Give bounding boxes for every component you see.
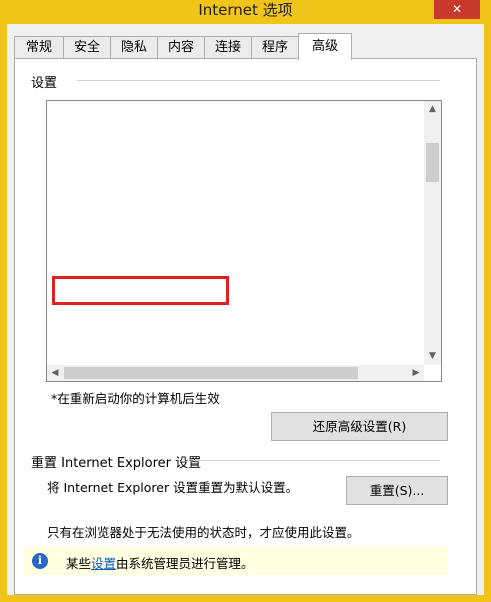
info-suffix: 由系统管理员进行管理。 [116,556,254,571]
tab-general[interactable]: 常规 [14,36,64,58]
reset-description: 将 Internet Explorer 设置重置为默认设置。 [47,480,299,495]
window-title: Internet 选项 [198,1,293,19]
tab-privacy[interactable]: 隐私 [110,36,158,58]
settings-group-divider [77,80,440,81]
highlight-box [52,276,229,305]
close-button[interactable]: ✕ [434,0,480,19]
close-icon: ✕ [451,2,463,16]
tab-content[interactable]: 内容 [157,36,205,58]
window-frame-left [0,24,7,602]
reset-section-header: 重置 Internet Explorer 设置 [31,456,202,471]
vertical-scrollbar[interactable] [424,101,441,365]
reset-button[interactable]: 重置(S)... [346,476,448,505]
tab-advanced[interactable]: 高级 [298,33,352,60]
info-message: 某些设置由系统管理员进行管理。 [66,553,254,572]
scroll-down-arrow-icon[interactable]: ▼ [424,348,441,365]
restore-advanced-settings-button[interactable]: 还原高级设置(R) [271,412,448,441]
horizontal-scroll-thumb[interactable] [64,367,358,379]
reset-note: 只有在浏览器处于无法使用的状态时，才应使用此设置。 [47,525,360,540]
vertical-scroll-thumb[interactable] [426,143,439,182]
settings-link[interactable]: 设置 [91,556,116,571]
tab-programs[interactable]: 程序 [251,36,299,58]
scroll-left-arrow-icon[interactable]: ◀ [47,365,63,381]
scroll-up-arrow-icon[interactable]: ▲ [424,101,441,118]
info-icon: i [32,553,48,569]
restart-note: *在重新启动你的计算机后生效 [51,391,220,406]
reset-section-divider [193,460,440,461]
tab-security[interactable]: 安全 [63,36,111,58]
info-prefix: 某些 [66,556,92,571]
window-frame-right [484,24,491,602]
settings-group-label: 设置 [31,76,58,91]
tab-connections[interactable]: 连接 [204,36,252,58]
window-frame-bottom [0,595,491,602]
scroll-right-arrow-icon[interactable]: ▶ [408,365,424,381]
settings-tree [46,100,442,382]
